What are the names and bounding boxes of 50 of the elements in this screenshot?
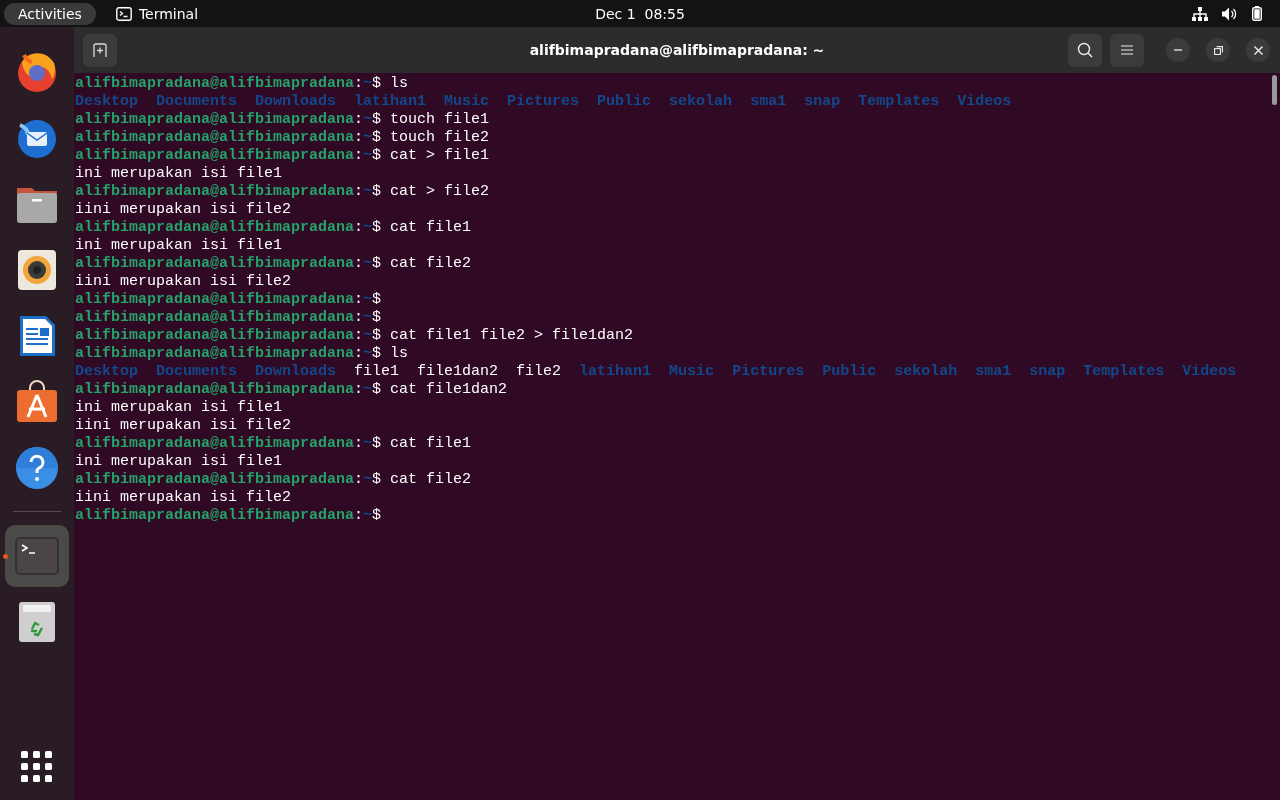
search-icon xyxy=(1077,42,1093,58)
listing-line: Desktop Documents Downloads latihan1 Music Pictures Public sekolah sma1 snap Templates Videos xyxy=(75,93,1012,111)
prompt-line: alifbimapradana@alifbimapradana:~$ xyxy=(75,507,382,525)
prompt-line: alifbimapradana@alifbimapradana:~$ cat file2 xyxy=(75,255,472,273)
prompt-line: alifbimapradana@alifbimapradana:~$ touch file2 xyxy=(75,129,490,147)
terminal-icon xyxy=(115,6,132,21)
output-line: iini merupakan isi file2 xyxy=(75,489,292,507)
minimize-button[interactable] xyxy=(1166,38,1190,62)
output-line: ini merupakan isi file1 xyxy=(75,399,283,417)
menu-button[interactable] xyxy=(1110,33,1144,67)
prompt-line: alifbimapradana@alifbimapradana:~$ cat > file1 xyxy=(75,147,490,165)
output-line: iini merupakan isi file2 xyxy=(75,417,292,435)
app-grid-icon[interactable] xyxy=(21,751,53,783)
window-title: alifbimapradana@alifbimapradana: ~ xyxy=(529,42,825,58)
prompt-line: alifbimapradana@alifbimapradana:~$ ls xyxy=(75,345,409,363)
prompt-line: alifbimapradana@alifbimapradana:~$ cat file1 xyxy=(75,435,472,453)
volume-icon[interactable] xyxy=(1222,6,1238,21)
battery-icon[interactable] xyxy=(1252,6,1262,21)
close-button[interactable] xyxy=(1246,38,1270,62)
prompt-line: alifbimapradana@alifbimapradana:~$ cat > file2 xyxy=(75,183,490,201)
activities-button[interactable]: Activities xyxy=(4,2,96,25)
close-icon xyxy=(1253,45,1263,55)
search-button[interactable] xyxy=(1068,33,1102,67)
help-icon xyxy=(14,445,60,491)
clock[interactable]: Dec 1 08:55 xyxy=(595,5,685,22)
new-tab-button[interactable] xyxy=(83,33,117,67)
restore-icon xyxy=(1213,45,1223,55)
prompt-line: alifbimapradana@alifbimapradana:~$ xyxy=(75,309,382,327)
restore-button[interactable] xyxy=(1206,38,1230,62)
prompt-line: alifbimapradana@alifbimapradana:~$ ls xyxy=(75,75,409,93)
listing-line: Desktop Documents Downloads file1 file1dan2 file2 latihan1 Music Pictures Public sekolah sma1 snap Templates Videos xyxy=(75,363,1237,381)
output-line: ini merupakan isi file1 xyxy=(75,237,283,255)
shopping-bag-icon xyxy=(14,379,60,425)
network-icon[interactable] xyxy=(1192,6,1208,21)
running-indicator xyxy=(3,554,8,559)
new-tab-icon xyxy=(93,43,107,57)
prompt-line: alifbimapradana@alifbimapradana:~$ cat file2 xyxy=(75,471,472,489)
app-menu-button[interactable]: Terminal xyxy=(115,5,199,22)
prompt-line: alifbimapradana@alifbimapradana:~$ cat file1 xyxy=(75,219,472,237)
prompt-line: alifbimapradana@alifbimapradana:~$ touch file1 xyxy=(75,111,490,129)
prompt-line: alifbimapradana@alifbimapradana:~$ cat file1dan2 xyxy=(75,381,508,399)
scrollbar[interactable] xyxy=(1272,75,1277,105)
menu-icon xyxy=(1121,45,1133,55)
output-line: ini merupakan isi file1 xyxy=(75,165,283,183)
output-line: iini merupakan isi file2 xyxy=(75,273,292,291)
output-line: ini merupakan isi file1 xyxy=(75,453,283,471)
prompt-line: alifbimapradana@alifbimapradana:~$ cat file1 file2 > file1dan2 xyxy=(75,327,634,345)
prompt-line: alifbimapradana@alifbimapradana:~$ xyxy=(75,291,382,309)
output-line: iini merupakan isi file2 xyxy=(75,201,292,219)
minimize-icon xyxy=(1174,49,1182,51)
